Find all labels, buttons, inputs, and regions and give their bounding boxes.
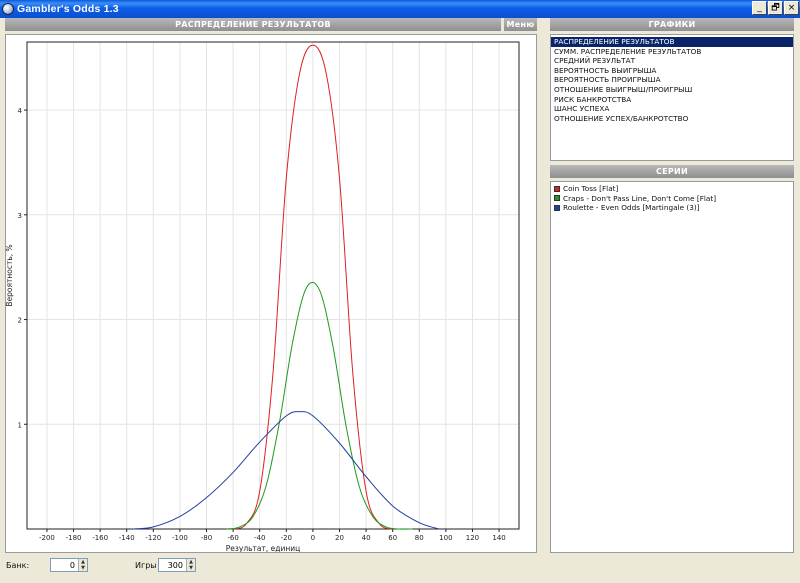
bank-label: Банк: (6, 561, 30, 570)
x-tick-label: -40 (254, 534, 265, 542)
chart-area: -200 -180 -160 -140 -120 -100 -80 -60 -40 -20 0 20 4… (5, 34, 537, 553)
window-title: Gambler's Odds 1.3 (17, 3, 119, 15)
series-label: Roulette - Even Odds [Martingale (3)] (563, 203, 700, 213)
graphs-panel-header: ГРАФИКИ (550, 18, 794, 31)
series-list: Coin Toss [Flat] Craps - Don't Pass Line,… (550, 181, 794, 553)
x-tick-label: -180 (66, 534, 82, 542)
series-panel-header: СЕРИИ (550, 165, 794, 178)
x-tick-label: 20 (335, 534, 344, 542)
graph-item[interactable]: ОТНОШЕНИЕ ВЫИГРЫШ/ПРОИГРЫШ (551, 85, 793, 95)
x-tick-label: 100 (439, 534, 452, 542)
x-tick-label: 60 (388, 534, 397, 542)
games-spinner-arrows[interactable]: ▲ ▼ (186, 559, 195, 571)
x-tick-label: 120 (466, 534, 479, 542)
series-label: Craps - Don't Pass Line, Don't Come [Fla… (563, 193, 717, 203)
x-tick-label: -100 (172, 534, 188, 542)
series-color-swatch (554, 185, 560, 192)
series-item[interactable]: Coin Toss [Flat] (551, 184, 793, 194)
title-bar: Gambler's Odds 1.3 _ 🗗 × (0, 0, 800, 18)
series-color-swatch (554, 195, 560, 202)
graphs-list: РАСПРЕДЕЛЕНИЕ РЕЗУЛЬТАТОВ СУММ. РАСПРЕДЕЛ… (550, 34, 794, 161)
graph-item[interactable]: ШАНС УСПЕХА (551, 104, 793, 114)
chart-panel-header: РАСПРЕДЕЛЕНИЕ РЕЗУЛЬТАТОВ (5, 18, 501, 31)
x-tick-label: 0 (311, 534, 315, 542)
app-icon (2, 3, 14, 15)
distribution-chart: -200 -180 -160 -140 -120 -100 -80 -60 -40 -20 0 20 4… (5, 41, 520, 553)
series-color-swatch (554, 204, 560, 211)
spin-down-icon[interactable]: ▼ (79, 565, 87, 571)
x-axis-label: Результат, единиц (226, 544, 300, 552)
bank-spinner-arrows[interactable]: ▲ ▼ (78, 559, 87, 571)
bank-spinner[interactable]: 0 ▲ ▼ (50, 558, 88, 572)
graph-item[interactable]: РАСПРЕДЕЛЕНИЕ РЕЗУЛЬТАТОВ (551, 37, 793, 47)
x-tick-label: -80 (201, 534, 212, 542)
x-tick-label: 40 (362, 534, 371, 542)
x-tick-label: 140 (492, 534, 505, 542)
y-tick-label: 3 (18, 212, 22, 220)
x-tick-label: 80 (415, 534, 424, 542)
close-button[interactable]: × (784, 1, 799, 15)
series-item[interactable]: Craps - Don't Pass Line, Don't Come [Fla… (551, 194, 793, 204)
games-spinner[interactable]: 300 ▲ ▼ (158, 558, 196, 572)
x-tick-label: -60 (227, 534, 238, 542)
games-label: Игры (135, 561, 157, 570)
series-item[interactable]: Roulette - Even Odds [Martingale (3)] (551, 203, 793, 213)
graph-item[interactable]: СУММ. РАСПРЕДЕЛЕНИЕ РЕЗУЛЬТАТОВ (551, 47, 793, 57)
x-tick-label: -160 (92, 534, 108, 542)
x-tick-label: -120 (145, 534, 161, 542)
bank-value[interactable]: 0 (51, 561, 78, 570)
x-tick-label: -20 (281, 534, 292, 542)
graph-item[interactable]: ОТНОШЕНИЕ УСПЕХ/БАНКРОТСТВО (551, 114, 793, 124)
x-tick-label: -140 (119, 534, 135, 542)
y-tick-label: 1 (18, 421, 22, 429)
minimize-button[interactable]: _ (752, 1, 767, 15)
y-tick-label: 4 (18, 107, 23, 115)
window-controls: _ 🗗 × (752, 1, 799, 15)
graph-item[interactable]: ВЕРОЯТНОСТЬ ПРОИГРЫША (551, 75, 793, 85)
menu-button[interactable]: Меню (504, 18, 537, 31)
y-axis-label: Вероятность, % (6, 244, 14, 306)
restore-button[interactable]: 🗗 (768, 1, 783, 15)
spin-down-icon[interactable]: ▼ (187, 565, 195, 571)
games-value[interactable]: 300 (159, 561, 186, 570)
graph-item[interactable]: СРЕДНИЙ РЕЗУЛЬТАТ (551, 56, 793, 66)
y-tick-label: 2 (18, 317, 22, 325)
series-label: Coin Toss [Flat] (563, 184, 619, 194)
graph-item[interactable]: ВЕРОЯТНОСТЬ ВЫИГРЫША (551, 66, 793, 76)
x-tick-label: -200 (39, 534, 55, 542)
graph-item[interactable]: РИСК БАНКРОТСТВА (551, 95, 793, 105)
